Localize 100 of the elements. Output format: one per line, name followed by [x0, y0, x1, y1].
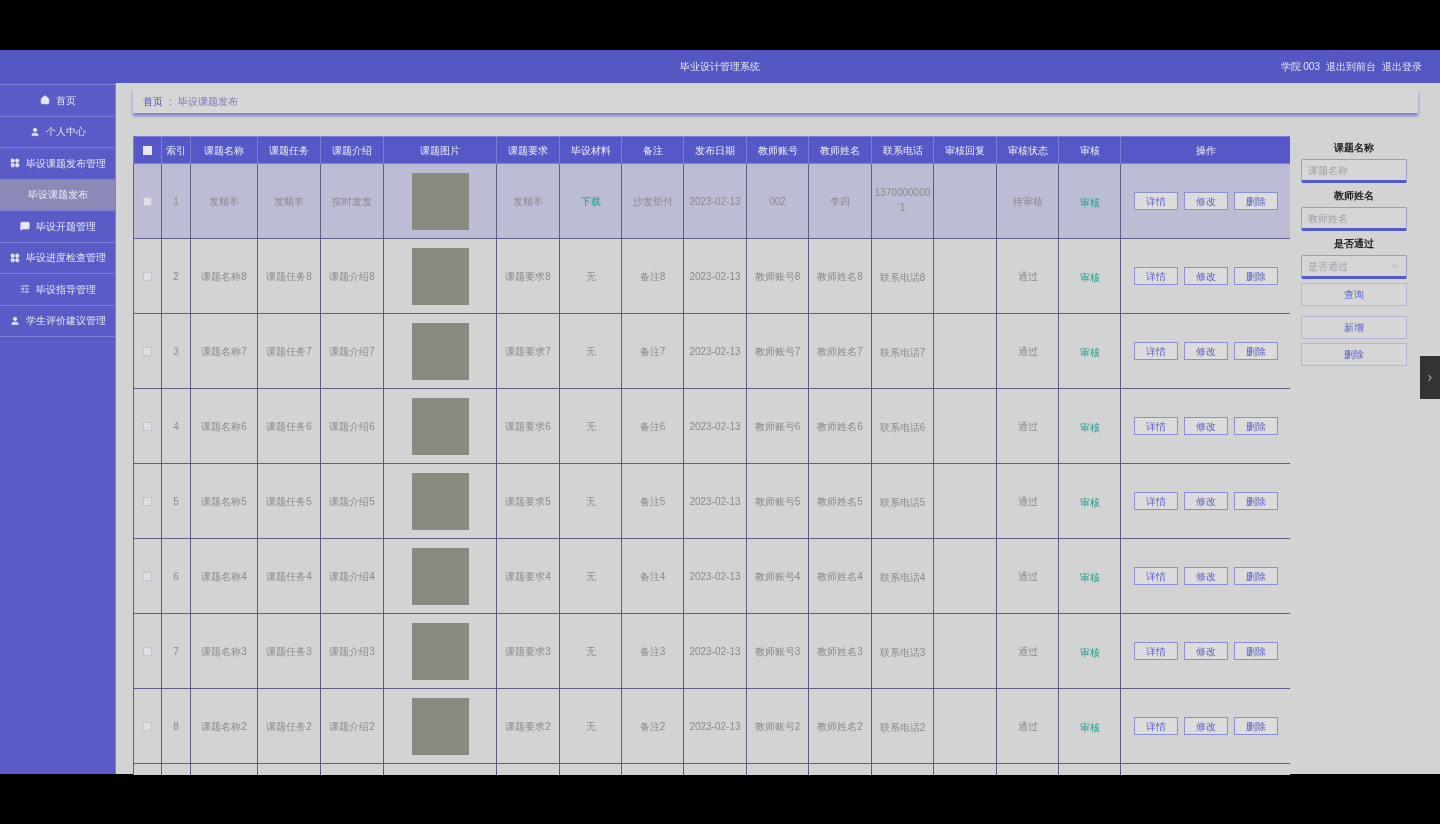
breadcrumb-link[interactable]: 毕设课题发布 — [177, 93, 238, 109]
sidebar-subitem[interactable]: 毕设课题发布 — [0, 179, 115, 211]
review-link[interactable]: 审核 — [1079, 272, 1100, 283]
toolbar-button[interactable]: 新增 — [1301, 316, 1407, 339]
action-button[interactable]: 删除 — [1233, 717, 1278, 735]
header-link[interactable]: 退出登录 — [1382, 59, 1422, 74]
review-link[interactable]: 审核 — [1079, 422, 1100, 433]
table-cell: 课题要求4 — [496, 538, 560, 614]
sliders-icon — [19, 284, 30, 295]
table-cell: 通过 — [996, 613, 1059, 689]
table-cell: 3 — [161, 313, 191, 389]
action-button[interactable]: 详情 — [1133, 642, 1178, 660]
action-button[interactable]: 删除 — [1233, 192, 1278, 210]
sidebar-item[interactable]: 毕设开题管理 — [0, 211, 115, 243]
table-cell: 课题介绍4 — [320, 538, 384, 614]
action-button[interactable]: 修改 — [1183, 267, 1228, 285]
chat-icon — [19, 221, 30, 232]
action-button[interactable]: 详情 — [1133, 342, 1178, 360]
table-cell: 教师账号4 — [746, 538, 809, 614]
action-button[interactable]: 修改 — [1183, 192, 1228, 210]
action-button[interactable]: 详情 — [1133, 267, 1178, 285]
query-button[interactable]: 查询 — [1301, 283, 1407, 306]
side-tab-button[interactable] — [1420, 356, 1440, 399]
table-cell: 教师账号5 — [746, 463, 809, 539]
table-cell: 通过 — [996, 388, 1059, 464]
action-button[interactable]: 修改 — [1183, 567, 1228, 585]
table-row[interactable]: 3 课题名称7 课题任务7 课题介绍7 课题要求7 无 备注7 2023-02-13 教师账号7 教师姓名7 联系电话7 通过 审核 详情 修改 删除 — [133, 313, 1290, 389]
column-header: 教师账号 — [746, 136, 809, 164]
table-cell: 课题任务7 — [257, 313, 321, 389]
select-all-checkbox[interactable] — [143, 146, 152, 156]
row-checkbox[interactable] — [143, 572, 152, 582]
header-link[interactable]: 学院 003 — [1280, 59, 1320, 74]
breadcrumb-link[interactable]: 首页 — [143, 93, 163, 109]
table-cell: 课题介绍7 — [320, 313, 384, 389]
table-cell: 通过 — [996, 238, 1059, 314]
sidebar-item[interactable]: 个人中心 — [0, 116, 115, 148]
sidebar-item[interactable]: 毕设课题发布管理 — [0, 148, 115, 180]
row-checkbox[interactable] — [143, 197, 152, 207]
table-cell: 课题任务6 — [257, 388, 321, 464]
row-checkbox[interactable] — [143, 347, 152, 357]
action-button[interactable]: 详情 — [1133, 192, 1178, 210]
table-cell: 沙发垫付 — [621, 163, 684, 239]
table-row[interactable]: 8 课题名称2 课题任务2 课题介绍2 课题要求2 无 备注2 2023-02-13 教师账号2 教师姓名2 联系电话2 通过 审核 详情 修改 删除 — [133, 688, 1290, 764]
review-link[interactable]: 审核 — [1079, 647, 1100, 658]
table-cell: 无 — [585, 720, 596, 732]
action-button[interactable]: 删除 — [1233, 567, 1278, 585]
action-button[interactable]: 修改 — [1183, 717, 1228, 735]
review-link[interactable]: 审核 — [1079, 722, 1100, 733]
table-cell: 课题要求5 — [496, 463, 560, 539]
toolbar-button[interactable]: 删除 — [1301, 343, 1407, 366]
table-cell-text: 联系电话7 — [878, 346, 927, 360]
action-button[interactable]: 删除 — [1233, 492, 1278, 510]
action-button[interactable]: 删除 — [1233, 267, 1278, 285]
row-checkbox[interactable] — [143, 422, 152, 432]
table-cell: 无 — [585, 645, 596, 657]
table-cell: 课题任务8 — [257, 238, 321, 314]
table-row[interactable]: 4 课题名称6 课题任务6 课题介绍6 课题要求6 无 备注6 2023-02-13 教师账号6 教师姓名6 联系电话6 通过 审核 详情 修改 删除 — [133, 388, 1290, 464]
action-button[interactable]: 详情 — [1133, 492, 1178, 510]
table-row[interactable]: 7 课题名称3 课题任务3 课题介绍3 课题要求3 无 备注3 2023-02-13 教师账号3 教师姓名3 联系电话3 通过 审核 详情 修改 删除 — [133, 613, 1290, 689]
table-cell: 7 — [161, 613, 191, 689]
chevron-right-icon — [1425, 372, 1435, 383]
table-cell: 待审核 — [996, 163, 1059, 239]
action-button[interactable]: 删除 — [1233, 342, 1278, 360]
review-link[interactable]: 审核 — [1079, 572, 1100, 583]
action-button[interactable]: 详情 — [1133, 717, 1178, 735]
row-checkbox[interactable] — [143, 722, 152, 732]
row-checkbox[interactable] — [143, 272, 152, 282]
action-button[interactable]: 详情 — [1133, 567, 1178, 585]
table-cell: 备注5 — [621, 463, 684, 539]
table-cell: 课题要求8 — [496, 238, 560, 314]
sidebar-item[interactable]: 毕设指导管理 — [0, 274, 115, 306]
action-button[interactable]: 修改 — [1183, 642, 1228, 660]
table-row[interactable]: 6 课题名称4 课题任务4 课题介绍4 课题要求4 无 备注4 2023-02-13 教师账号4 教师姓名4 联系电话4 通过 审核 详情 修改 删除 — [133, 538, 1290, 614]
user-icon — [29, 126, 40, 137]
sidebar-item[interactable]: 毕设进度检查管理 — [0, 242, 115, 274]
review-link[interactable]: 审核 — [1079, 497, 1100, 508]
action-button[interactable]: 修改 — [1183, 492, 1228, 510]
grid-icon — [9, 158, 20, 169]
table-row[interactable]: 5 课题名称5 课题任务5 课题介绍5 课题要求5 无 备注5 2023-02-13 教师账号5 教师姓名5 联系电话5 通过 审核 详情 修改 删除 — [133, 463, 1290, 539]
table-cell: 教师姓名7 — [808, 313, 872, 389]
action-button[interactable]: 删除 — [1233, 417, 1278, 435]
table-cell: 课题名称4 — [190, 538, 258, 614]
review-link[interactable]: 审核 — [1079, 347, 1100, 358]
table-cell: 教师账号3 — [746, 613, 809, 689]
sidebar-item[interactable]: 首页 — [0, 85, 115, 117]
action-button[interactable]: 详情 — [1133, 417, 1178, 435]
row-checkbox[interactable] — [143, 647, 152, 657]
column-header: 课题要求 — [496, 136, 560, 164]
row-checkbox[interactable] — [143, 497, 152, 507]
action-button[interactable]: 修改 — [1183, 342, 1228, 360]
column-header: 审核回复 — [933, 136, 997, 164]
column-header: 课题介绍 — [320, 136, 384, 164]
field-label: 教师姓名 — [1334, 189, 1374, 203]
sidebar-item[interactable]: 学生评价建议管理 — [0, 305, 115, 337]
table-cell: 课题要求6 — [496, 388, 560, 464]
table-row[interactable]: 2 课题名称8 课题任务8 课题介绍8 课题要求8 无 备注8 2023-02-13 教师账号8 教师姓名8 联系电话8 通过 审核 详情 修改 删除 — [133, 238, 1290, 314]
action-button[interactable]: 删除 — [1233, 642, 1278, 660]
header-link[interactable]: 退出到前台 — [1326, 59, 1376, 74]
action-button[interactable]: 修改 — [1183, 417, 1228, 435]
table-cell: 2023-02-13 — [683, 313, 747, 389]
